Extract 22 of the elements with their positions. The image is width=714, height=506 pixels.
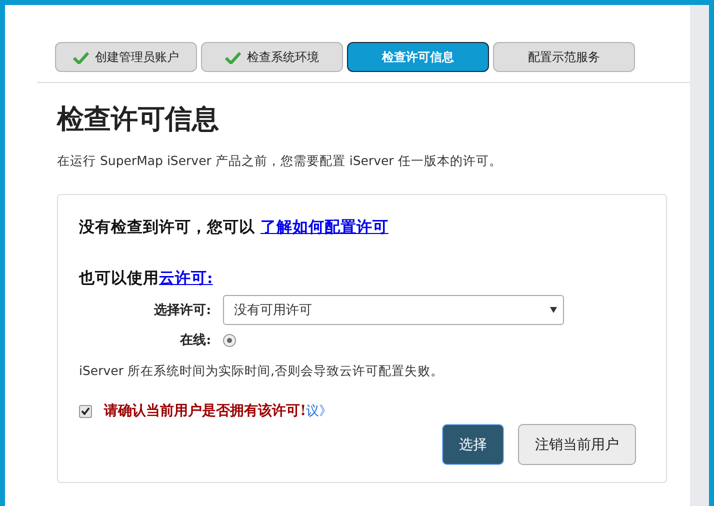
check-icon xyxy=(225,50,241,64)
check-icon xyxy=(73,50,89,64)
field-label: 在线: xyxy=(178,332,211,349)
description-text: 在运行 SuperMap iServer 产品之前，您需要配置 iServer 任一版本的许可。 xyxy=(57,153,503,170)
logout-button[interactable]: 注销当前用户 xyxy=(518,424,636,465)
cloud-license-text: 也可以使用云许可: xyxy=(79,268,214,289)
note-text: iServer 所在系统时间为实际时间,否则会导致云许可配置失败。 xyxy=(79,363,444,380)
dropdown-arrow-icon xyxy=(550,307,557,313)
select-button[interactable]: 选择 xyxy=(442,424,504,465)
page-title: 检查许可信息 xyxy=(57,103,220,137)
license-select[interactable]: 没有可用许可 xyxy=(223,295,564,325)
step-tab[interactable]: 配置示范服务 xyxy=(493,42,635,72)
agreement-link[interactable]: 议》 xyxy=(306,402,332,420)
no-license-text: 没有检查到许可，您可以 了解如何配置许可 xyxy=(79,217,390,238)
step-tab[interactable]: 创建管理员账户 xyxy=(55,42,197,72)
warning-text: 请确认当前用户是否拥有该许可! xyxy=(104,402,306,420)
step-tab[interactable]: 检查系统环境 xyxy=(201,42,343,72)
help-link[interactable]: 了解如何配置许可 xyxy=(260,217,388,236)
online-radio[interactable] xyxy=(223,334,236,346)
agreement-checkbox[interactable] xyxy=(79,404,92,418)
field-label: 选择许可: xyxy=(153,302,211,319)
cloud-license-link[interactable]: 云许可: xyxy=(159,268,213,287)
